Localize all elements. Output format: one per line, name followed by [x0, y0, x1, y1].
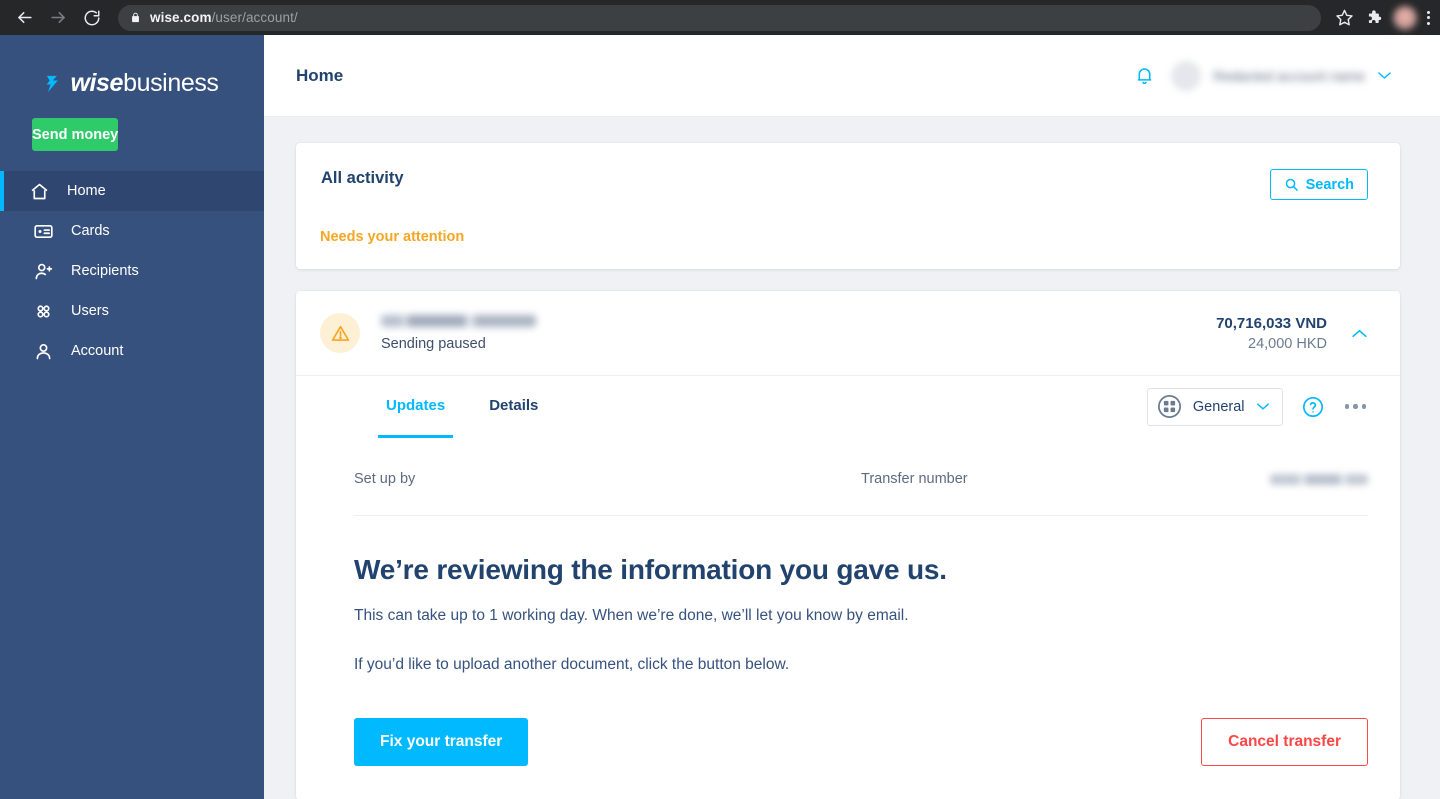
review-paragraph-1: This can take up to 1 working day. When … — [354, 607, 909, 624]
logo-word-business: business — [123, 69, 219, 97]
url-text: wise.com/user/account/ — [150, 10, 298, 25]
avatar — [1171, 60, 1202, 91]
help-circle-icon[interactable] — [1302, 396, 1324, 418]
transfer-summary-left: Sending paused — [320, 313, 536, 353]
all-activity-header: All activity Search — [320, 169, 1368, 200]
sidebar-item-users[interactable]: Users — [0, 291, 264, 331]
address-bar[interactable]: wise.com/user/account/ — [118, 4, 1321, 31]
star-icon[interactable] — [1335, 8, 1354, 27]
browser-forward-button[interactable] — [44, 4, 72, 32]
fix-transfer-button[interactable]: Fix your transfer — [354, 717, 529, 766]
category-label: General — [1192, 398, 1245, 415]
review-paragraph-2: If you’d like to upload another document… — [354, 655, 790, 673]
status-badge — [320, 313, 360, 353]
page-header: Home Redacted account name — [264, 35, 1440, 117]
sidebar-nav: Home Cards Recipients Users Account — [0, 171, 264, 371]
recipients-icon — [35, 263, 53, 279]
app-root: wisebusiness Send money Home Cards Recip… — [0, 35, 1440, 799]
page-content: All activity Search Needs your attention — [264, 117, 1440, 799]
sidebar-item-recipients[interactable]: Recipients — [0, 251, 264, 291]
sidebar-item-label: Cards — [71, 223, 110, 239]
transfer-tabs: Updates Details — [320, 376, 546, 438]
search-icon — [1285, 178, 1298, 191]
sidebar-item-label: Recipients — [71, 263, 139, 279]
browser-menu-button[interactable] — [1427, 10, 1430, 25]
detail-value — [1270, 474, 1368, 485]
header-actions: Redacted account name — [1134, 60, 1392, 91]
transfer-summary-text: Sending paused — [381, 314, 536, 352]
browser-profile-avatar[interactable] — [1393, 5, 1417, 30]
account-menu[interactable]: Redacted account name — [1171, 60, 1392, 91]
amount-target: 24,000 HKD — [1248, 335, 1327, 352]
browser-toolbar-right — [1327, 5, 1430, 30]
needs-attention-filter[interactable]: Needs your attention — [320, 229, 1368, 245]
sidebar-item-home[interactable]: Home — [0, 171, 264, 211]
transfer-tab-controls: General — [1146, 387, 1369, 426]
person-icon — [36, 343, 51, 359]
amount-source: 70,716,033 VND — [1216, 314, 1327, 332]
recipient-name — [381, 314, 536, 327]
page-title: Home — [296, 65, 344, 85]
transfer-actions: Fix your transfer Cancel transfer — [354, 717, 1368, 766]
transfer-more-menu[interactable] — [1343, 398, 1369, 415]
transfer-detail-row: Set up by Transfer number — [354, 437, 1368, 516]
transfer-summary-right: 70,716,033 VND 24,000 HKD — [1216, 315, 1368, 352]
transfer-card: Sending paused 70,716,033 VND 24,000 HKD… — [296, 291, 1400, 799]
sidebar: wisebusiness Send money Home Cards Recip… — [0, 35, 264, 799]
wise-flag-icon — [46, 75, 59, 92]
brand-logo[interactable]: wisebusiness — [0, 57, 264, 118]
tab-updates[interactable]: Updates — [378, 376, 454, 438]
warning-triangle-icon — [331, 325, 349, 341]
transfer-details-body: Set up by Transfer number We’re reviewin… — [296, 437, 1400, 799]
detail-label: Transfer number — [861, 471, 968, 487]
chevron-down-icon — [1378, 72, 1391, 79]
puzzle-icon[interactable] — [1364, 8, 1383, 27]
bell-icon[interactable] — [1134, 65, 1155, 87]
url-domain: wise.com — [150, 10, 212, 25]
chevron-up-icon[interactable] — [1351, 328, 1368, 339]
all-activity-title: All activity — [321, 169, 404, 187]
send-money-button[interactable]: Send money — [32, 118, 119, 151]
transfer-status-label: Sending paused — [381, 335, 486, 352]
chevron-down-icon — [1256, 403, 1269, 410]
browser-reload-button[interactable] — [78, 4, 106, 32]
home-icon — [31, 183, 48, 199]
logo-text: wisebusiness — [70, 71, 218, 96]
category-grid-icon — [1157, 394, 1181, 419]
users-grid-icon — [37, 304, 50, 318]
detail-label: Set up by — [354, 471, 416, 487]
lock-icon — [132, 12, 139, 23]
logo-word-wise: wise — [70, 69, 124, 97]
sidebar-item-label: Home — [67, 183, 106, 199]
browser-back-button[interactable] — [10, 4, 38, 32]
all-activity-card: All activity Search Needs your attention — [296, 143, 1400, 269]
category-dropdown[interactable]: General — [1146, 387, 1283, 426]
transfer-summary-row[interactable]: Sending paused 70,716,033 VND 24,000 HKD — [296, 291, 1400, 375]
tab-details[interactable]: Details — [481, 376, 546, 438]
search-button-label: Search — [1305, 176, 1354, 193]
transfer-amounts: 70,716,033 VND 24,000 HKD — [1216, 315, 1327, 352]
card-icon — [34, 224, 53, 238]
detail-set-up-by: Set up by — [354, 471, 861, 487]
review-headline: We’re reviewing the information you gave… — [354, 554, 947, 585]
sidebar-item-cards[interactable]: Cards — [0, 211, 264, 251]
browser-toolbar: wise.com/user/account/ — [0, 0, 1440, 35]
sidebar-item-label: Users — [71, 303, 109, 319]
sidebar-item-account[interactable]: Account — [0, 331, 264, 371]
search-button[interactable]: Search — [1269, 169, 1368, 200]
cancel-transfer-button[interactable]: Cancel transfer — [1201, 717, 1368, 766]
account-name: Redacted account name — [1213, 67, 1365, 84]
main-area: Home Redacted account name All activity … — [264, 35, 1440, 799]
sidebar-item-label: Account — [71, 343, 124, 359]
url-path: /user/account/ — [211, 10, 298, 25]
transfer-tabs-row: Updates Details General — [296, 375, 1400, 438]
detail-transfer-number: Transfer number — [861, 471, 1368, 487]
